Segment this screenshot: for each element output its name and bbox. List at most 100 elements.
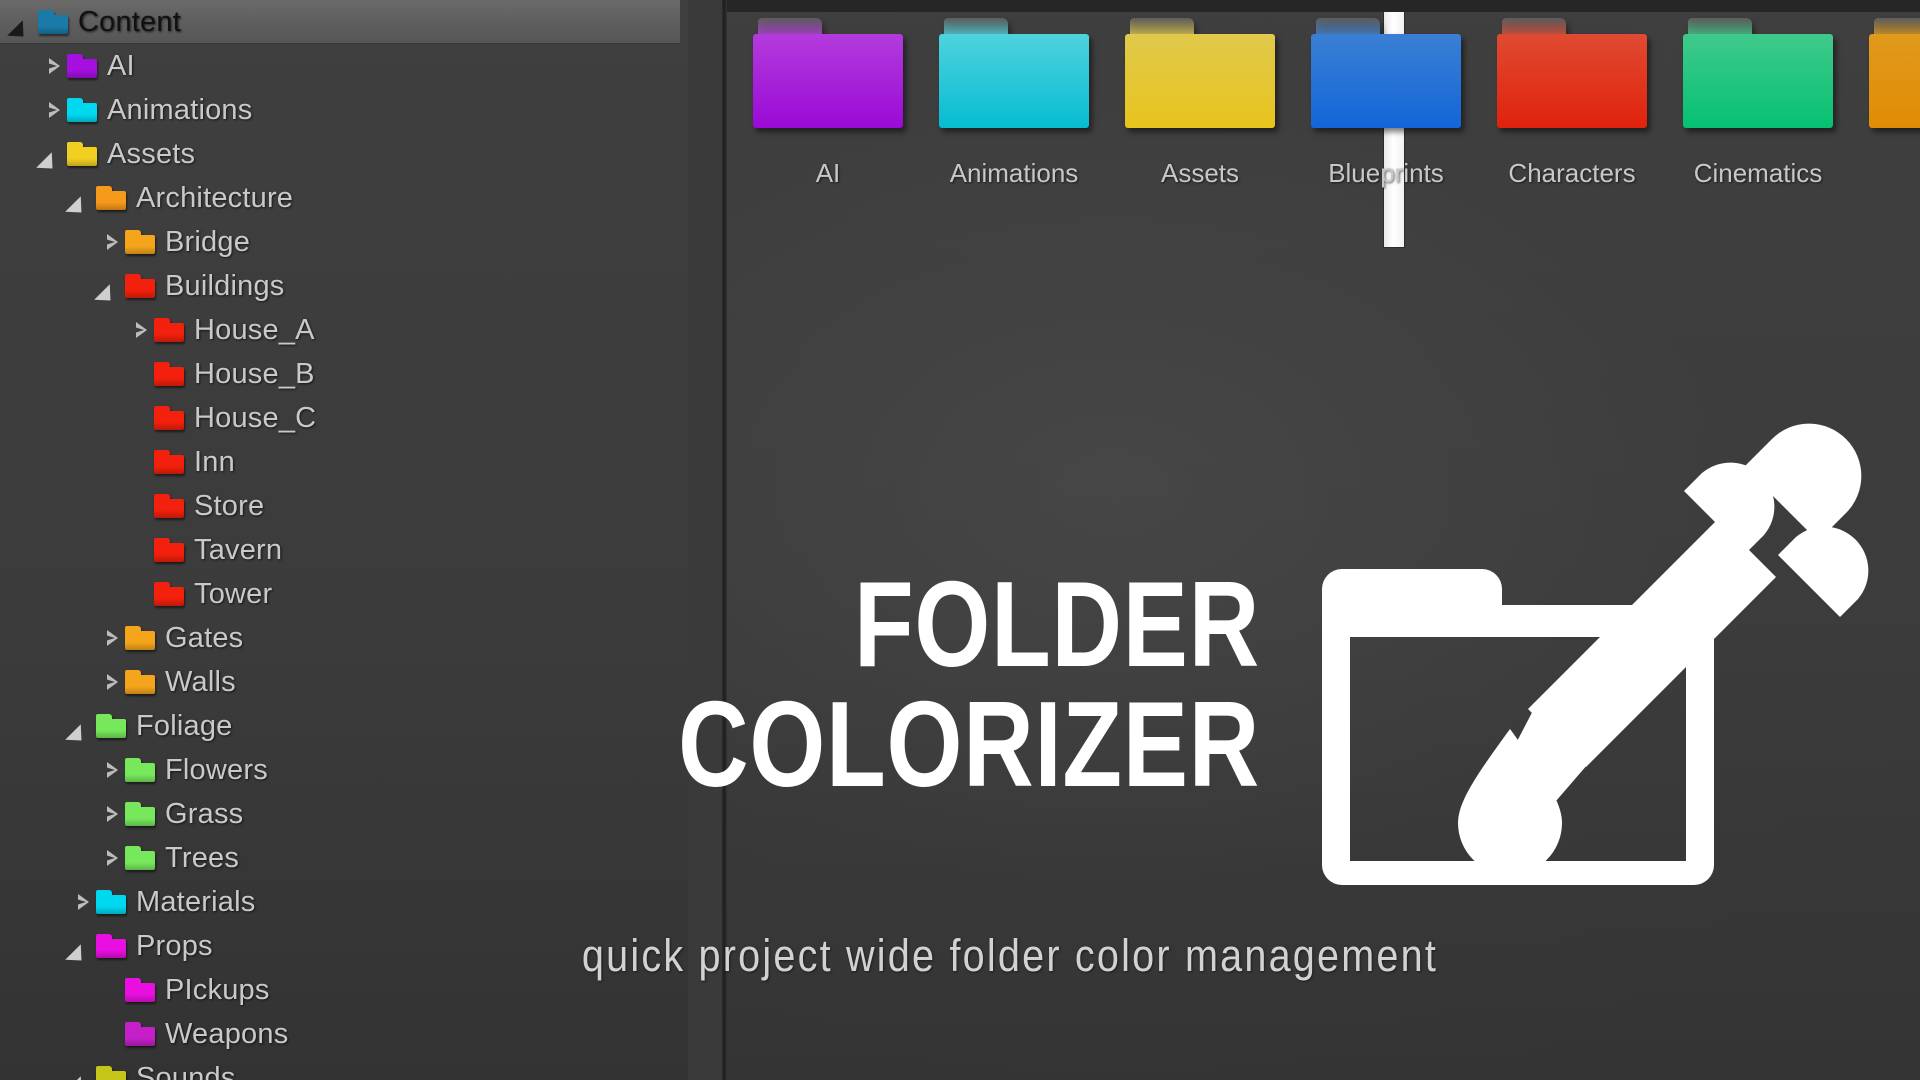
tree-row[interactable]: House_C <box>0 396 690 440</box>
tree-row-label: Foliage <box>136 709 233 742</box>
tree-row[interactable]: Tavern <box>0 528 690 572</box>
folder-tile[interactable]: Assets <box>1125 18 1275 189</box>
app-root: Content AI Animations Assets Architecture Bri… <box>0 0 1920 1080</box>
tree-row-label: Trees <box>165 841 240 874</box>
tree-row[interactable]: Foliage <box>0 704 690 748</box>
tree-row[interactable]: Trees <box>0 836 690 880</box>
tree-row[interactable]: Weapons <box>0 1012 690 1056</box>
folder-icon <box>67 54 97 78</box>
expand-arrow-down-icon[interactable] <box>70 933 96 959</box>
tree-row-label: Store <box>194 489 265 522</box>
tree-scrollbar-track[interactable] <box>688 0 1405 1080</box>
folder-icon <box>154 538 184 562</box>
folder-tile[interactable]: AI <box>753 18 903 189</box>
folder-icon <box>125 274 155 298</box>
folder-tile-label: Characters <box>1508 158 1636 188</box>
tree-row-label: AI <box>107 49 135 82</box>
folder-icon <box>154 406 184 430</box>
tree-row[interactable]: House_B <box>0 352 690 396</box>
tree-row[interactable]: PIckups <box>0 968 690 1012</box>
folder-tile-label: Blueprints <box>1328 158 1444 188</box>
folder-tile[interactable]: Animations <box>939 18 1089 189</box>
folder-icon <box>154 450 184 474</box>
tree-row-label: Assets <box>107 137 196 170</box>
folder-tile[interactable]: Blueprints <box>1311 18 1461 189</box>
tree-row-label: PIckups <box>165 973 270 1006</box>
tree-row[interactable]: Gates <box>0 616 690 660</box>
expand-arrow-right-icon[interactable] <box>99 669 125 695</box>
expand-arrow-down-icon[interactable] <box>12 9 38 35</box>
tree-row-label: Inn <box>194 445 235 478</box>
tree-row[interactable]: Props <box>0 924 690 968</box>
tree-row[interactable]: Assets <box>0 132 690 176</box>
folder-icon <box>96 1066 126 1080</box>
expand-arrow-down-icon[interactable] <box>41 141 67 167</box>
folder-tile-label: Cinematics <box>1693 158 1823 188</box>
folder-icon <box>154 582 184 606</box>
folder-tile[interactable]: Cinematics <box>1683 18 1833 189</box>
tree-row[interactable]: Bridge <box>0 220 690 264</box>
folder-icon[interactable] <box>1497 18 1647 128</box>
expand-arrow-right-icon[interactable] <box>99 625 125 651</box>
tree-row-root[interactable]: Content <box>0 0 680 44</box>
tree-row-label: Walls <box>165 665 236 698</box>
expand-arrow-right-icon[interactable] <box>41 53 67 79</box>
tree-row-label: Buildings <box>165 269 285 302</box>
tree-row[interactable]: Sounds <box>0 1056 690 1080</box>
tree-row[interactable]: Flowers <box>0 748 690 792</box>
tree-row-label: Props <box>136 929 213 962</box>
expand-arrow-right-icon[interactable] <box>99 801 125 827</box>
folder-tile[interactable]: Characters <box>1497 18 1647 189</box>
expand-arrow-down-icon[interactable] <box>99 273 125 299</box>
folder-tile-grid: AI Animations Assets Blueprints Characters Ci… <box>753 18 1920 189</box>
tree-row[interactable]: Grass <box>0 792 690 836</box>
expand-arrow-right-icon[interactable] <box>128 317 154 343</box>
folder-icon <box>154 362 184 386</box>
tree-row[interactable]: Store <box>0 484 690 528</box>
tree-row[interactable]: Materials <box>0 880 690 924</box>
folder-icon <box>154 318 184 342</box>
tree-row-label: House_C <box>194 401 317 434</box>
expand-arrow-down-icon[interactable] <box>70 185 96 211</box>
folder-icon <box>96 186 126 210</box>
folder-icon[interactable] <box>753 18 903 128</box>
expand-arrow-down-icon[interactable] <box>70 713 96 739</box>
hero-title-line-1: FOLDER <box>853 556 1260 692</box>
tree-row[interactable]: House_A <box>0 308 690 352</box>
expand-arrow-right-icon[interactable] <box>99 229 125 255</box>
folder-icon <box>125 1022 155 1046</box>
tree-row-label: Gates <box>165 621 244 654</box>
tree-row-label: Tavern <box>194 533 283 566</box>
tree-row-label: Animations <box>107 93 253 126</box>
folder-icon[interactable] <box>1683 18 1833 128</box>
folder-tile-label: AI <box>815 158 841 188</box>
expand-arrow-right-icon[interactable] <box>99 845 125 871</box>
folder-icon[interactable] <box>1869 18 1920 128</box>
expand-arrow-down-icon[interactable] <box>70 1065 96 1080</box>
folder-icon <box>125 758 155 782</box>
tree-row[interactable]: Buildings <box>0 264 690 308</box>
tree-row[interactable]: Inn <box>0 440 690 484</box>
tree-row[interactable]: Walls <box>0 660 690 704</box>
tree-row[interactable]: Animations <box>0 88 690 132</box>
tree-row[interactable]: Tower <box>0 572 690 616</box>
tree-row[interactable]: Architecture <box>0 176 690 220</box>
expand-arrow-right-icon[interactable] <box>41 97 67 123</box>
tree-row[interactable]: AI <box>0 44 690 88</box>
expand-arrow-right-icon[interactable] <box>99 757 125 783</box>
tree-row-label: House_B <box>194 357 315 390</box>
folder-icon[interactable] <box>1125 18 1275 128</box>
folder-icon <box>38 10 68 34</box>
expand-arrow-right-icon[interactable] <box>70 889 96 915</box>
content-browser-topbar <box>727 0 1920 12</box>
folder-icon[interactable] <box>1311 18 1461 128</box>
folder-tile-label: Dev <box>1869 158 1920 189</box>
folder-icon <box>125 670 155 694</box>
folder-icon <box>125 230 155 254</box>
folder-tile[interactable]: Dev <box>1869 18 1920 189</box>
folder-icon[interactable] <box>939 18 1089 128</box>
